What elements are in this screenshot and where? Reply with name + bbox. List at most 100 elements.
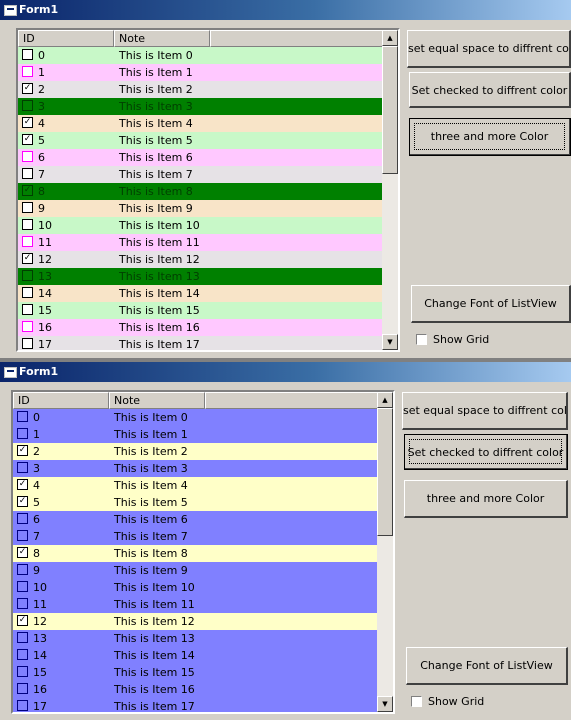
checked-color-button[interactable]: Set checked to diffrent color (409, 72, 571, 108)
list-item[interactable]: 16 This is Item 16 (18, 319, 386, 336)
item-checkbox[interactable] (22, 304, 33, 315)
item-checkbox[interactable] (22, 100, 33, 111)
list-item[interactable]: ✓ 2 This is Item 2 (13, 443, 381, 460)
checkbox-box[interactable] (411, 696, 422, 707)
list-item[interactable]: 10 This is Item 10 (18, 217, 386, 234)
up-arrow-icon[interactable]: ▲ (382, 30, 398, 46)
column-header-id[interactable]: ID (18, 30, 114, 47)
change-font-button[interactable]: Change Font of ListView (411, 285, 571, 323)
item-checkbox-checked[interactable]: ✓ (17, 479, 28, 490)
list-item[interactable]: 16 This is Item 16 (13, 681, 381, 698)
item-checkbox[interactable] (17, 530, 28, 541)
list-item[interactable]: ✓ 5 This is Item 5 (18, 132, 386, 149)
list-item[interactable]: 11 This is Item 11 (13, 596, 381, 613)
list-item[interactable]: 1 This is Item 1 (13, 426, 381, 443)
item-checkbox[interactable] (22, 219, 33, 230)
item-checkbox[interactable] (17, 666, 28, 677)
list-item[interactable]: 0 This is Item 0 (13, 409, 381, 426)
column-header-empty[interactable] (210, 30, 386, 47)
equal-space-button[interactable]: set equal space to diffrent color (402, 392, 568, 430)
item-checkbox-checked[interactable]: ✓ (22, 134, 33, 145)
list-item[interactable]: 7 This is Item 7 (13, 528, 381, 545)
item-checkbox[interactable] (17, 462, 28, 473)
listview[interactable]: ID Note 0 This is Item 0 1 This is Item 1 ✓ 2… (16, 28, 400, 352)
scroll-thumb[interactable] (377, 408, 393, 536)
list-item[interactable]: 14 This is Item 14 (13, 647, 381, 664)
list-item[interactable]: 14 This is Item 14 (18, 285, 386, 302)
list-item[interactable]: ✓ 4 This is Item 4 (13, 477, 381, 494)
item-checkbox-checked[interactable]: ✓ (17, 615, 28, 626)
list-item[interactable]: 17 This is Item 17 (13, 698, 381, 712)
item-checkbox[interactable] (22, 168, 33, 179)
three-color-button[interactable]: three and more Color (409, 118, 571, 156)
item-checkbox[interactable] (17, 683, 28, 694)
item-checkbox[interactable] (17, 564, 28, 575)
list-item[interactable]: ✓ 8 This is Item 8 (13, 545, 381, 562)
item-checkbox[interactable] (22, 49, 33, 60)
list-item[interactable]: 15 This is Item 15 (13, 664, 381, 681)
item-checkbox-checked[interactable]: ✓ (22, 117, 33, 128)
list-item[interactable]: 13 This is Item 13 (13, 630, 381, 647)
title-bar[interactable]: Form1 (0, 362, 571, 382)
item-checkbox[interactable] (22, 270, 33, 281)
down-arrow-icon[interactable]: ▼ (382, 334, 398, 350)
list-item[interactable]: 9 This is Item 9 (13, 562, 381, 579)
vertical-scrollbar[interactable]: ▲ ▼ (377, 392, 393, 712)
item-checkbox[interactable] (17, 581, 28, 592)
title-bar[interactable]: Form1 (0, 0, 571, 20)
item-checkbox[interactable] (17, 428, 28, 439)
up-arrow-icon[interactable]: ▲ (377, 392, 393, 408)
three-color-button[interactable]: three and more Color (404, 480, 568, 518)
item-checkbox[interactable] (17, 411, 28, 422)
list-item[interactable]: ✓ 5 This is Item 5 (13, 494, 381, 511)
item-checkbox-checked[interactable]: ✓ (17, 547, 28, 558)
show-grid-checkbox[interactable]: Show Grid (416, 333, 536, 347)
scroll-thumb[interactable] (382, 46, 398, 174)
checked-color-button[interactable]: Set checked to diffrent color (404, 434, 568, 470)
list-item[interactable]: 3 This is Item 3 (18, 98, 386, 115)
list-item[interactable]: ✓ 4 This is Item 4 (18, 115, 386, 132)
item-checkbox[interactable] (22, 321, 33, 332)
list-item[interactable]: 0 This is Item 0 (18, 47, 386, 64)
item-checkbox[interactable] (17, 598, 28, 609)
item-checkbox-checked[interactable]: ✓ (17, 496, 28, 507)
list-item[interactable]: 3 This is Item 3 (13, 460, 381, 477)
down-arrow-icon[interactable]: ▼ (377, 696, 393, 712)
list-item[interactable]: ✓ 2 This is Item 2 (18, 81, 386, 98)
item-checkbox[interactable] (17, 700, 28, 711)
item-checkbox[interactable] (17, 632, 28, 643)
list-item[interactable]: 9 This is Item 9 (18, 200, 386, 217)
list-item[interactable]: 13 This is Item 13 (18, 268, 386, 285)
item-checkbox[interactable] (22, 236, 33, 247)
item-checkbox-checked[interactable]: ✓ (22, 83, 33, 94)
listview[interactable]: ID Note 0 This is Item 0 1 This is Item 1 ✓ 2… (11, 390, 395, 714)
item-checkbox-checked[interactable]: ✓ (22, 253, 33, 264)
item-checkbox[interactable] (17, 513, 28, 524)
list-item[interactable]: 11 This is Item 11 (18, 234, 386, 251)
list-item[interactable]: 6 This is Item 6 (18, 149, 386, 166)
item-checkbox[interactable] (22, 151, 33, 162)
equal-space-button[interactable]: set equal space to diffrent color (407, 30, 571, 68)
list-item[interactable]: 7 This is Item 7 (18, 166, 386, 183)
item-checkbox[interactable] (22, 338, 33, 349)
column-header-empty[interactable] (205, 392, 381, 409)
list-item[interactable]: 15 This is Item 15 (18, 302, 386, 319)
list-item[interactable]: ✓ 12 This is Item 12 (18, 251, 386, 268)
column-header-id[interactable]: ID (13, 392, 109, 409)
item-checkbox[interactable] (22, 66, 33, 77)
column-header-note[interactable]: Note (109, 392, 205, 409)
item-checkbox[interactable] (22, 202, 33, 213)
change-font-button[interactable]: Change Font of ListView (406, 647, 568, 685)
item-checkbox[interactable] (17, 649, 28, 660)
list-item[interactable]: ✓ 12 This is Item 12 (13, 613, 381, 630)
list-item[interactable]: 6 This is Item 6 (13, 511, 381, 528)
list-item[interactable]: 1 This is Item 1 (18, 64, 386, 81)
list-item[interactable]: 10 This is Item 10 (13, 579, 381, 596)
item-checkbox[interactable] (22, 287, 33, 298)
vertical-scrollbar[interactable]: ▲ ▼ (382, 30, 398, 350)
show-grid-checkbox[interactable]: Show Grid (411, 695, 531, 709)
list-item[interactable]: 17 This is Item 17 (18, 336, 386, 350)
item-checkbox-checked[interactable]: ✓ (22, 185, 33, 196)
item-checkbox-checked[interactable]: ✓ (17, 445, 28, 456)
list-item[interactable]: ✓ 8 This is Item 8 (18, 183, 386, 200)
